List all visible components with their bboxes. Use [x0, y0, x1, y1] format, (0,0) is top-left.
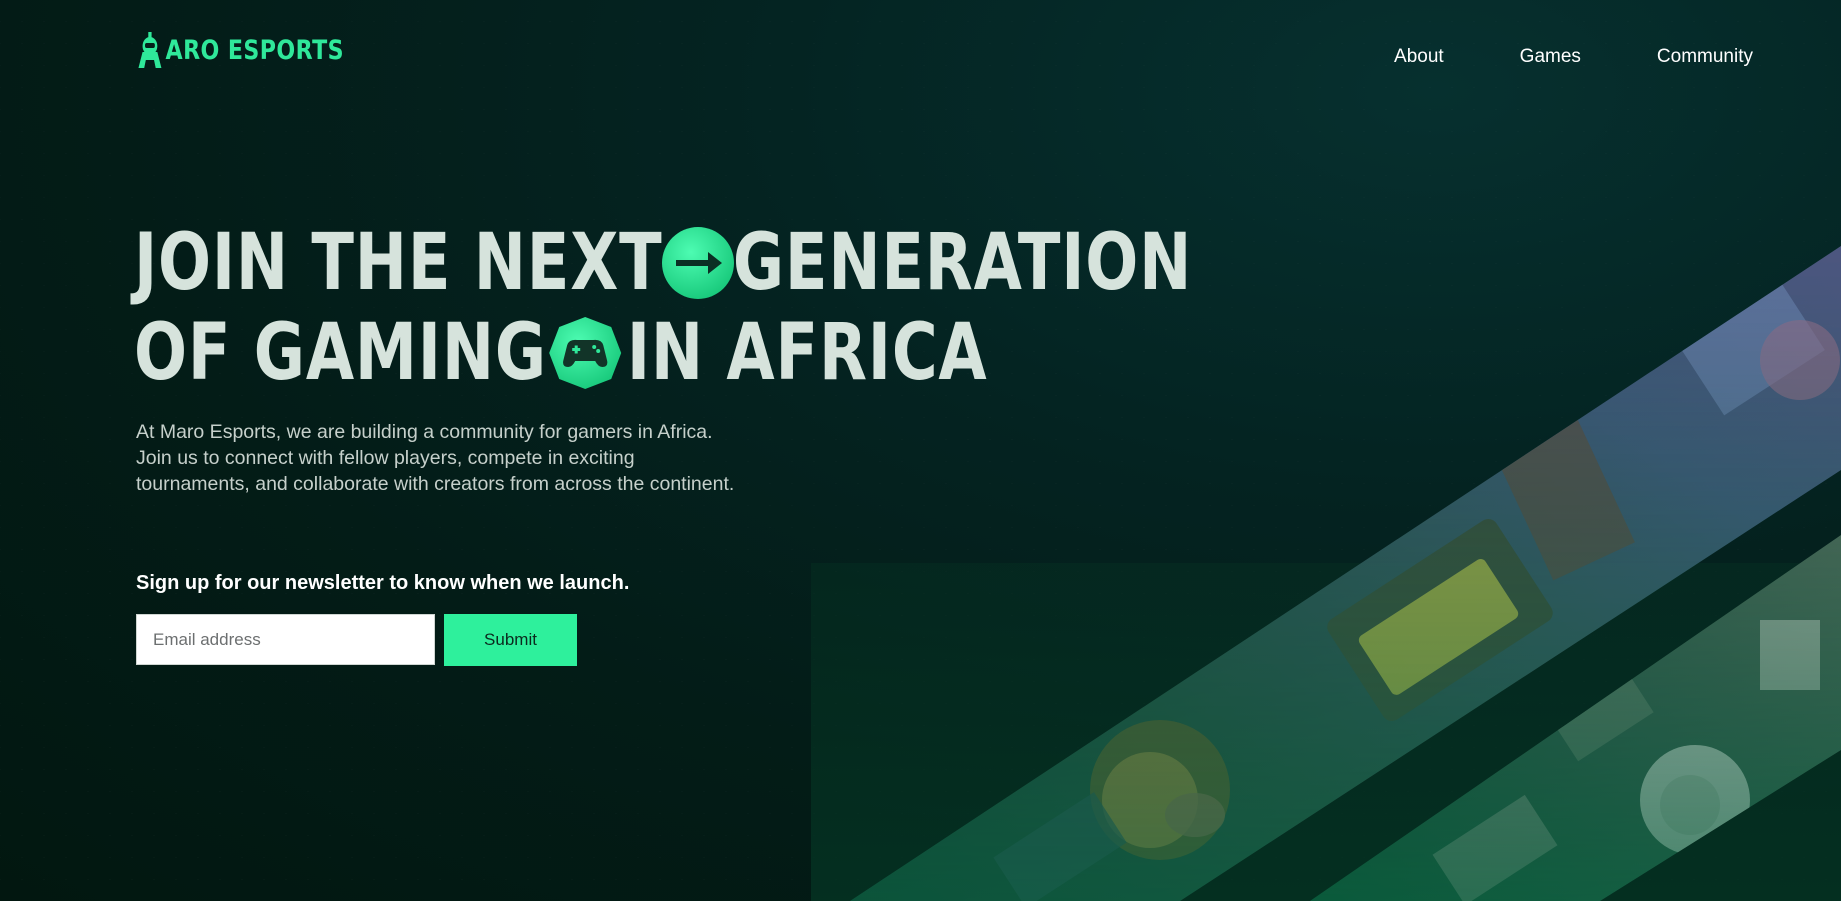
main-nav: About Games Community [1394, 46, 1753, 68]
nav-item-about[interactable]: About [1394, 46, 1444, 68]
nav-item-games[interactable]: Games [1520, 46, 1581, 68]
brand-name: ARO ESPORTS [165, 34, 344, 66]
newsletter-label: Sign up for our newsletter to know when … [136, 572, 630, 594]
arrow-right-icon [661, 227, 734, 299]
gamepad-icon [549, 317, 622, 389]
headline-text-1b: GENERATION [732, 218, 1193, 308]
email-field[interactable] [136, 614, 435, 665]
headline-line-2: OF GAMING IN AFRICA [134, 308, 1192, 398]
headline-line-1: JOIN THE NEXT GENERATION [134, 218, 1192, 308]
brand-logo[interactable]: ARO ESPORTS [136, 32, 344, 68]
hero-headline: JOIN THE NEXT GENERATION OF GAMING IN AF… [134, 218, 1192, 398]
headline-text-2b: IN AFRICA [626, 308, 988, 398]
lower-green-panel [811, 563, 1841, 901]
headline-text-1a: JOIN THE NEXT [134, 218, 663, 308]
astronaut-logo-icon [138, 32, 162, 68]
submit-button[interactable]: Submit [444, 614, 577, 666]
nav-item-community[interactable]: Community [1657, 46, 1753, 68]
headline-text-2a: OF GAMING [134, 308, 547, 398]
hero-description: At Maro Esports, we are building a commu… [136, 421, 735, 495]
